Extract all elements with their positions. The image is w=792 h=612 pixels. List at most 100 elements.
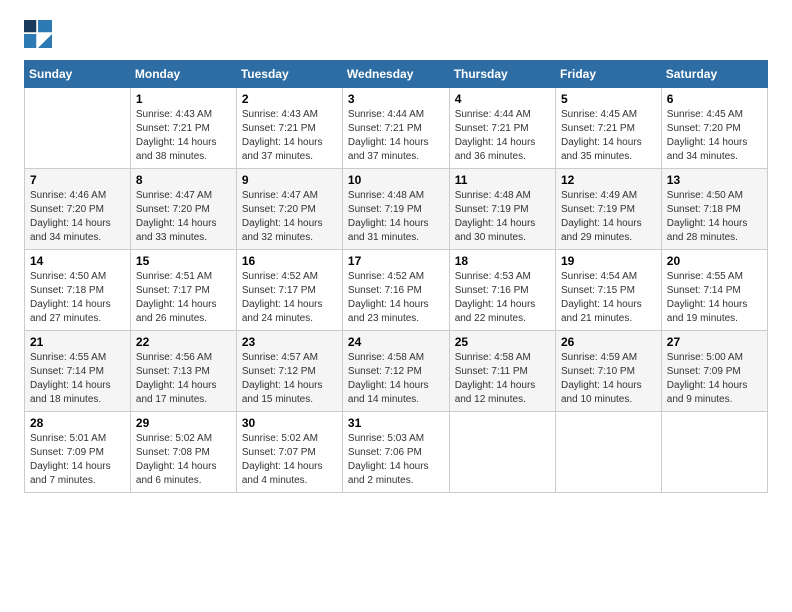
calendar-table: SundayMondayTuesdayWednesdayThursdayFrid… xyxy=(24,60,768,493)
day-number: 27 xyxy=(667,335,762,349)
day-info: Sunrise: 5:03 AMSunset: 7:06 PMDaylight:… xyxy=(348,432,444,488)
daylight-text: Daylight: 14 hours and 32 minutes. xyxy=(242,218,323,243)
day-number: 21 xyxy=(30,335,125,349)
day-info: Sunrise: 4:47 AMSunset: 7:20 PMDaylight:… xyxy=(136,189,231,245)
sunset-text: Sunset: 7:10 PM xyxy=(561,366,635,377)
daylight-text: Daylight: 14 hours and 15 minutes. xyxy=(242,380,323,405)
daylight-text: Daylight: 14 hours and 18 minutes. xyxy=(30,380,111,405)
day-number: 5 xyxy=(561,92,656,106)
weekday-wednesday: Wednesday xyxy=(342,61,449,88)
calendar-week-row: 14Sunrise: 4:50 AMSunset: 7:18 PMDayligh… xyxy=(25,250,768,331)
calendar-cell xyxy=(661,412,767,493)
sunrise-text: Sunrise: 4:52 AM xyxy=(242,271,318,282)
calendar-cell: 3Sunrise: 4:44 AMSunset: 7:21 PMDaylight… xyxy=(342,88,449,169)
day-number: 14 xyxy=(30,254,125,268)
day-number: 7 xyxy=(30,173,125,187)
day-info: Sunrise: 4:58 AMSunset: 7:11 PMDaylight:… xyxy=(455,351,550,407)
calendar-week-row: 1Sunrise: 4:43 AMSunset: 7:21 PMDaylight… xyxy=(25,88,768,169)
page-header xyxy=(24,20,768,48)
sunset-text: Sunset: 7:21 PM xyxy=(242,123,316,134)
day-info: Sunrise: 4:56 AMSunset: 7:13 PMDaylight:… xyxy=(136,351,231,407)
day-number: 3 xyxy=(348,92,444,106)
sunset-text: Sunset: 7:07 PM xyxy=(242,447,316,458)
calendar-cell: 2 Sunrise: 4:43 AMSunset: 7:21 PMDaylight… xyxy=(236,88,342,169)
day-info: Sunrise: 5:02 AMSunset: 7:07 PMDaylight:… xyxy=(242,432,337,488)
weekday-thursday: Thursday xyxy=(449,61,555,88)
day-number: 8 xyxy=(136,173,231,187)
sunset-text: Sunset: 7:17 PM xyxy=(136,285,210,296)
day-number: 2 xyxy=(242,92,337,106)
sunset-text: Sunset: 7:06 PM xyxy=(348,447,422,458)
calendar-week-row: 21 Sunrise: 4:55 AMSunset: 7:14 PMDayligh… xyxy=(25,331,768,412)
day-info: Sunrise: 4:49 AM Sunset: 7:19 PM Daylight:… xyxy=(561,189,656,245)
day-info: Sunrise: 5:01 AMSunset: 7:09 PMDaylight:… xyxy=(30,432,125,488)
weekday-monday: Monday xyxy=(130,61,236,88)
sunrise-text: Sunrise: 4:57 AM xyxy=(242,352,318,363)
day-info: Sunrise: 4:55 AMSunset: 7:14 PMDaylight:… xyxy=(667,270,762,326)
day-info: Sunrise: 4:55 AMSunset: 7:14 PMDaylight:… xyxy=(30,351,125,407)
sunrise-text: Sunrise: 5:02 AM xyxy=(136,433,212,444)
calendar-cell: 26Sunrise: 4:59 AMSunset: 7:10 PMDayligh… xyxy=(555,331,661,412)
day-number: 12 xyxy=(561,173,656,187)
calendar-cell: 12 Sunrise: 4:49 AM Sunset: 7:19 PM Dayligh… xyxy=(555,169,661,250)
calendar-week-row: 7Sunrise: 4:46 AMSunset: 7:20 PMDaylight… xyxy=(25,169,768,250)
sunrise-text: Sunrise: 5:02 AM xyxy=(242,433,318,444)
calendar-cell: 20Sunrise: 4:55 AMSunset: 7:14 PMDayligh… xyxy=(661,250,767,331)
day-number: 9 xyxy=(242,173,337,187)
sunset-text: Sunset: 7:20 PM xyxy=(136,204,210,215)
daylight-text: Daylight: 14 hours and 7 minutes. xyxy=(30,461,111,486)
daylight-text: Daylight: 14 hours and 37 minutes. xyxy=(242,137,323,162)
weekday-saturday: Saturday xyxy=(661,61,767,88)
calendar-cell: 9Sunrise: 4:47 AMSunset: 7:20 PMDaylight… xyxy=(236,169,342,250)
sunset-text: Sunset: 7:20 PM xyxy=(667,123,741,134)
sunrise-text: Sunrise: 4:49 AM xyxy=(561,190,637,201)
calendar-cell: 1Sunrise: 4:43 AMSunset: 7:21 PMDaylight… xyxy=(130,88,236,169)
daylight-text: Daylight: 14 hours and 38 minutes. xyxy=(136,137,217,162)
weekday-header-row: SundayMondayTuesdayWednesdayThursdayFrid… xyxy=(25,61,768,88)
day-number: 29 xyxy=(136,416,231,430)
sunrise-text: Sunrise: 4:52 AM xyxy=(348,271,424,282)
day-info: Sunrise: 4:45 AMSunset: 7:20 PMDaylight:… xyxy=(667,108,762,164)
sunset-text: Sunset: 7:13 PM xyxy=(136,366,210,377)
day-number: 4 xyxy=(455,92,550,106)
weekday-tuesday: Tuesday xyxy=(236,61,342,88)
calendar-cell: 23Sunrise: 4:57 AMSunset: 7:12 PMDayligh… xyxy=(236,331,342,412)
day-number: 28 xyxy=(30,416,125,430)
calendar-cell: 18Sunrise: 4:53 AMSunset: 7:16 PMDayligh… xyxy=(449,250,555,331)
calendar-cell: 24Sunrise: 4:58 AMSunset: 7:12 PMDayligh… xyxy=(342,331,449,412)
day-info: Sunrise: 4:57 AMSunset: 7:12 PMDaylight:… xyxy=(242,351,337,407)
calendar-cell: 28 Sunrise: 5:01 AMSunset: 7:09 PMDayligh… xyxy=(25,412,131,493)
calendar-cell xyxy=(25,88,131,169)
sunrise-text: Sunrise: 4:58 AM xyxy=(348,352,424,363)
sunrise-text: Sunrise: 4:55 AM xyxy=(667,271,743,282)
day-info: Sunrise: 4:45 AMSunset: 7:21 PMDaylight:… xyxy=(561,108,656,164)
day-info: Sunrise: 4:48 AMSunset: 7:19 PMDaylight:… xyxy=(348,189,444,245)
sunrise-text: Sunrise: 4:54 AM xyxy=(561,271,637,282)
sunset-text: Sunset: 7:15 PM xyxy=(561,285,635,296)
daylight-text: Daylight: 14 hours and 29 minutes. xyxy=(561,218,642,243)
calendar-cell: 13Sunrise: 4:50 AMSunset: 7:18 PMDayligh… xyxy=(661,169,767,250)
sunrise-text: Sunrise: 4:53 AM xyxy=(455,271,531,282)
day-info: Sunrise: 4:54 AMSunset: 7:15 PMDaylight:… xyxy=(561,270,656,326)
sunset-text: Sunset: 7:19 PM xyxy=(348,204,422,215)
sunset-text: Sunset: 7:12 PM xyxy=(348,366,422,377)
daylight-text: Daylight: 14 hours and 31 minutes. xyxy=(348,218,429,243)
day-number: 16 xyxy=(242,254,337,268)
daylight-text: Daylight: 14 hours and 28 minutes. xyxy=(667,218,748,243)
calendar-cell: 31Sunrise: 5:03 AMSunset: 7:06 PMDayligh… xyxy=(342,412,449,493)
calendar-cell: 14Sunrise: 4:50 AMSunset: 7:18 PMDayligh… xyxy=(25,250,131,331)
sunset-text: Sunset: 7:21 PM xyxy=(561,123,635,134)
sunrise-text: Sunrise: 4:50 AM xyxy=(30,271,106,282)
daylight-text: Daylight: 14 hours and 33 minutes. xyxy=(136,218,217,243)
sunset-text: Sunset: 7:19 PM xyxy=(561,204,635,215)
day-info: Sunrise: 4:43 AMSunset: 7:21 PMDaylight:… xyxy=(242,108,337,164)
day-number: 11 xyxy=(455,173,550,187)
day-number: 26 xyxy=(561,335,656,349)
day-number: 24 xyxy=(348,335,444,349)
sunrise-text: Sunrise: 4:48 AM xyxy=(455,190,531,201)
sunrise-text: Sunrise: 4:59 AM xyxy=(561,352,637,363)
day-info: Sunrise: 4:53 AMSunset: 7:16 PMDaylight:… xyxy=(455,270,550,326)
day-info: Sunrise: 4:52 AMSunset: 7:17 PMDaylight:… xyxy=(242,270,337,326)
sunrise-text: Sunrise: 4:44 AM xyxy=(348,109,424,120)
sunrise-text: Sunrise: 4:45 AM xyxy=(667,109,743,120)
